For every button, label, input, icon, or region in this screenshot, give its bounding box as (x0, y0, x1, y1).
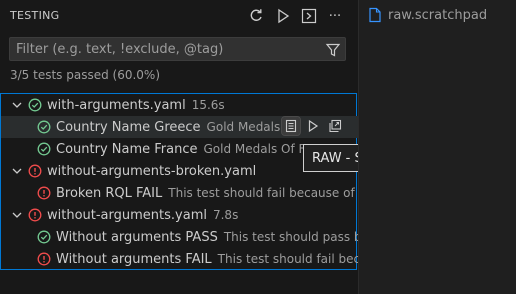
terminal-icon (301, 8, 317, 24)
passed-icon (37, 142, 51, 156)
panel-title: TESTING (10, 9, 60, 22)
row-actions (281, 116, 350, 136)
filter-icon[interactable] (325, 42, 341, 58)
more-actions-button[interactable]: ··· (325, 6, 345, 26)
tree-item-label: Country Name France (56, 141, 198, 157)
passed-icon (37, 120, 51, 134)
passed-icon (37, 230, 51, 244)
debug-tests-button[interactable] (299, 6, 319, 26)
tree-item-label: without-arguments.yaml (47, 207, 207, 223)
tree-item-label: Without arguments PASS (56, 229, 218, 245)
more-icon: ··· (328, 8, 342, 24)
tree-item-label: without-arguments-broken.yaml (47, 163, 257, 179)
tree-item-label: Country Name Greece (56, 119, 201, 135)
failed-icon (37, 186, 51, 200)
tree-test-row[interactable]: Without arguments FAIL This test should … (1, 248, 392, 270)
tree-file-row[interactable]: with-arguments.yaml 15.6s (1, 94, 366, 116)
tree-item-description: Gold Medals Of Fra (203, 142, 317, 156)
run-all-tests-button[interactable] (273, 6, 293, 26)
chevron-down-icon[interactable] (11, 99, 23, 111)
tree-item-description: This test should pass be... (223, 230, 381, 244)
tree-item-description: This test should fail because of R... (168, 186, 378, 200)
tree-item-duration: 7.8s (212, 208, 239, 222)
editor-area (358, 0, 516, 294)
refresh-tests-button[interactable] (246, 6, 266, 26)
testing-panel: TESTING ··· 3/5 tests passed (60.0%) wit… (0, 0, 489, 294)
failed-icon (28, 208, 42, 222)
run-icon (308, 119, 319, 133)
tree-item-label: with-arguments.yaml (47, 97, 186, 113)
show-output-button[interactable] (281, 116, 301, 136)
file-icon (369, 7, 381, 23)
filter-input[interactable] (16, 40, 316, 58)
tree-item-label: Broken RQL FAIL (56, 185, 163, 201)
go-to-file-icon (329, 119, 342, 133)
chevron-down-icon[interactable] (11, 209, 23, 221)
filter-box (9, 37, 346, 61)
tree-item-duration: 15.6s (191, 98, 225, 112)
chevron-down-icon[interactable] (11, 165, 23, 177)
passed-icon (28, 98, 42, 112)
tree-test-row[interactable]: Broken RQL FAIL This test should fail be… (1, 182, 392, 204)
tree-item-description: This test should fail beca... (217, 252, 379, 266)
test-summary: 3/5 tests passed (60.0%) (10, 68, 161, 82)
panel-header: TESTING ··· (0, 0, 358, 32)
tree-file-row[interactable]: without-arguments.yaml 7.8s (1, 204, 366, 226)
failed-icon (37, 252, 51, 266)
run-test-button[interactable] (304, 117, 322, 135)
tree-item-label: Without arguments FAIL (56, 251, 212, 267)
tree-test-row[interactable]: Without arguments PASS This test should … (1, 226, 392, 248)
editor-tab-label: raw.scratchpad (388, 7, 488, 23)
refresh-icon (250, 9, 262, 21)
failed-icon (28, 164, 42, 178)
go-to-test-button[interactable] (326, 117, 344, 135)
output-icon (285, 119, 297, 133)
editor-tab[interactable]: raw.scratchpad (368, 6, 487, 24)
run-all-icon (278, 8, 290, 24)
